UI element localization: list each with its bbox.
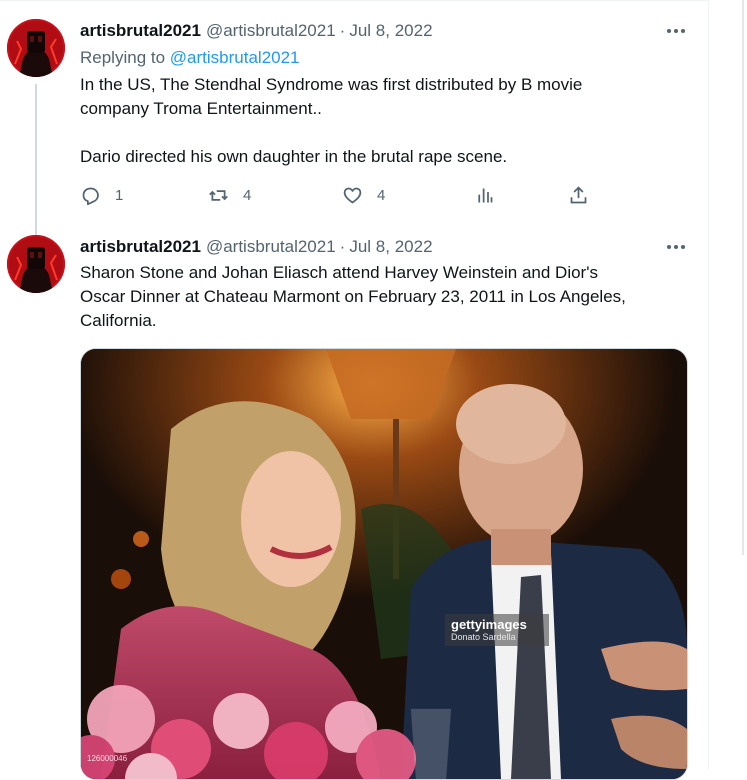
getty-credit: Donato Sardella [451, 632, 516, 642]
avatar-image [7, 235, 65, 293]
author-name[interactable]: artisbrutal2021 [80, 237, 201, 257]
photo-image [81, 349, 687, 779]
tweet-text-line: Sharon Stone and Johan Eliasch attend Ha… [80, 263, 598, 282]
photo-id-label: 126000046 [87, 754, 128, 763]
tweet-text: Sharon Stone and Johan Eliasch attend Ha… [80, 261, 680, 333]
avatar[interactable] [7, 235, 65, 293]
tweet-header: artisbrutal2021 @artisbrutal2021 · Jul 8… [80, 236, 433, 258]
getty-brand: gettyimages [451, 617, 527, 632]
more-icon [667, 245, 685, 249]
scrollbar-thumb[interactable] [742, 0, 744, 555]
more-button[interactable] [664, 237, 688, 257]
getty-watermark: gettyimages Donato Sardella [445, 614, 549, 646]
separator-dot: · [339, 237, 346, 256]
timeline-column: artisbrutal2021 @artisbrutal2021 · Jul 8… [0, 0, 709, 780]
author-handle[interactable]: @artisbrutal2021 [206, 237, 336, 257]
tweet-photo[interactable]: gettyimages Donato Sardella 126000046 [80, 348, 688, 780]
tweet-text-line: California. [80, 311, 157, 330]
tweet-text-line: Oscar Dinner at Chateau Marmont on Febru… [80, 287, 626, 306]
tweet-date[interactable]: Jul 8, 2022 [349, 237, 432, 257]
tweet-2[interactable]: artisbrutal2021 @artisbrutal2021 · Jul 8… [0, 0, 708, 780]
